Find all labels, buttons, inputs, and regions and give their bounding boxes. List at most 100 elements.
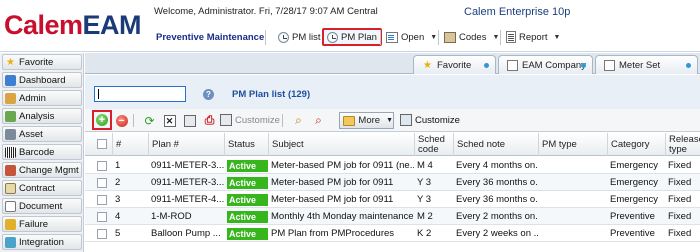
open-list-icon <box>386 31 398 43</box>
tab-eam-company[interactable]: EAM Company <box>498 55 593 74</box>
failure-icon <box>5 218 16 230</box>
printer-icon <box>183 114 196 127</box>
asset-icon <box>5 128 16 140</box>
module-sidebar: ★ Favorite Dashboard Admin Analysis Asse… <box>0 53 84 252</box>
pdf-icon: ⎙ <box>204 113 215 127</box>
customize-list-button[interactable]: Customize <box>400 114 460 126</box>
row-checkbox[interactable] <box>97 195 107 205</box>
sidebar-item-barcode[interactable]: Barcode <box>2 144 82 160</box>
chevron-down-icon: ▼ <box>430 33 438 41</box>
clear-search-button[interactable]: ⌕ <box>311 113 326 128</box>
close-box-icon: ✕ <box>163 114 176 127</box>
customize-print-button[interactable]: Customize <box>220 114 280 126</box>
tab-close-dot-icon[interactable] <box>484 63 489 68</box>
pm-plan-button[interactable]: PM Plan <box>322 28 382 46</box>
refresh-button[interactable]: ⟳ <box>142 113 157 128</box>
sidebar-item-dashboard[interactable]: Dashboard <box>2 72 82 88</box>
clock-icon <box>278 31 289 43</box>
list-title: PM Plan list (129) <box>232 89 311 100</box>
star-icon: ★ <box>423 59 432 71</box>
chevron-down-icon: ▼ <box>386 117 393 124</box>
sidebar-item-integration[interactable]: Integration <box>2 234 82 250</box>
pm-list-button[interactable]: PM list <box>275 28 324 46</box>
open-tabs-bar: ★ Favorite EAM Company Meter Set <box>85 53 700 74</box>
column-header-plan[interactable]: Plan # <box>148 133 224 156</box>
sidebar-item-change-mgmt[interactable]: Change Mgmt <box>2 162 82 178</box>
list-toolbar: + − ⟳ ✕ ⎙ Customize ⌕ ⌕ More ▼ Customize <box>85 109 700 132</box>
table-row[interactable]: 1 0911-METER-3... Active Meter-based PM … <box>85 157 700 174</box>
folder-icon <box>343 115 356 126</box>
export-pdf-button[interactable]: ⎙ <box>202 113 217 128</box>
status-badge: Active <box>227 193 268 206</box>
table-row[interactable]: 4 1-M-ROD Active Monthly 4th Monday main… <box>85 208 700 225</box>
clock-icon <box>327 31 338 43</box>
column-header-num[interactable]: # <box>112 133 148 156</box>
clear-search-icon: ⌕ <box>315 113 322 127</box>
search-input[interactable] <box>94 86 186 102</box>
column-header-release-type[interactable]: Release type <box>665 133 700 156</box>
sidebar-item-favorite[interactable]: ★ Favorite <box>2 54 82 70</box>
codes-icon <box>444 31 456 43</box>
app-header: CalemEAM Welcome, Administrator. Fri, 7/… <box>0 0 700 52</box>
sidebar-item-admin[interactable]: Admin <box>2 90 82 106</box>
column-header-subject[interactable]: Subject <box>268 133 414 156</box>
sidebar-item-contract[interactable]: Contract <box>2 180 82 196</box>
table-row[interactable]: 5 Balloon Pump ... Active PM Plan from P… <box>85 225 700 242</box>
tab-meter-set[interactable]: Meter Set <box>595 55 698 74</box>
printer-icon <box>220 114 232 126</box>
toolbar-divider <box>133 114 134 127</box>
sidebar-item-document[interactable]: Document <box>2 198 82 214</box>
contract-icon <box>5 182 16 194</box>
tab-favorite[interactable]: ★ Favorite <box>413 55 496 74</box>
chevron-down-icon: ▼ <box>492 33 500 41</box>
select-all-checkbox[interactable] <box>97 139 107 149</box>
tab-close-dot-icon[interactable] <box>686 63 691 68</box>
edition-label: Calem Enterprise 10p <box>464 6 571 18</box>
status-badge: Active <box>227 210 268 223</box>
header-divider <box>265 30 266 45</box>
row-checkbox[interactable] <box>97 229 107 239</box>
search-icon: ⌕ <box>295 113 302 127</box>
barcode-icon <box>5 146 16 158</box>
pm-plan-list-panel: ? PM Plan list (129) + − ⟳ ✕ ⎙ Customize… <box>85 75 700 252</box>
column-header-sched-note[interactable]: Sched note <box>453 133 538 156</box>
column-header-category[interactable]: Category <box>607 133 665 156</box>
report-icon <box>506 31 516 43</box>
module-title: Preventive Maintenance <box>156 32 265 43</box>
chart-icon <box>5 110 16 122</box>
tab-close-dot-icon[interactable] <box>581 63 586 68</box>
text-cursor <box>98 89 99 99</box>
open-menu-button[interactable]: Open ▼ <box>383 28 440 46</box>
column-header-pm-type[interactable]: PM type <box>538 133 607 156</box>
sidebar-item-failure[interactable]: Failure <box>2 216 82 232</box>
column-header-status[interactable]: Status <box>224 133 268 156</box>
plus-icon: + <box>96 114 108 126</box>
delete-button[interactable]: − <box>114 113 129 128</box>
table-header: # Plan # Status Subject Sched code Sched… <box>85 133 700 156</box>
more-menu-button[interactable]: More ▼ <box>339 112 394 129</box>
table-row[interactable]: 3 0911-METER-4... Active Meter-based PM … <box>85 191 700 208</box>
header-divider <box>438 30 439 45</box>
add-button[interactable]: + <box>92 110 112 130</box>
row-checkbox[interactable] <box>97 212 107 222</box>
customize-icon <box>400 114 412 126</box>
close-list-button[interactable]: ✕ <box>162 113 177 128</box>
header-divider <box>500 30 501 45</box>
status-badge: Active <box>227 227 268 240</box>
column-header-sched-code[interactable]: Sched code <box>414 133 453 156</box>
change-icon <box>5 164 16 176</box>
search-button[interactable]: ⌕ <box>291 113 306 128</box>
sidebar-item-analysis[interactable]: Analysis <box>2 108 82 124</box>
table-row[interactable]: 2 0911-METER-3... Active Meter-based PM … <box>85 174 700 191</box>
sidebar-item-asset[interactable]: Asset <box>2 126 82 142</box>
print-button[interactable] <box>182 113 197 128</box>
codes-menu-button[interactable]: Codes ▼ <box>441 28 502 46</box>
report-menu-button[interactable]: Report ▼ <box>503 28 563 46</box>
app-logo: CalemEAM <box>4 10 142 40</box>
minus-icon: − <box>115 114 128 127</box>
help-icon[interactable]: ? <box>203 89 214 100</box>
row-checkbox[interactable] <box>97 161 107 171</box>
row-checkbox[interactable] <box>97 178 107 188</box>
welcome-text: Welcome, Administrator. Fri, 7/28/17 9:0… <box>154 6 378 17</box>
company-icon <box>507 59 518 71</box>
